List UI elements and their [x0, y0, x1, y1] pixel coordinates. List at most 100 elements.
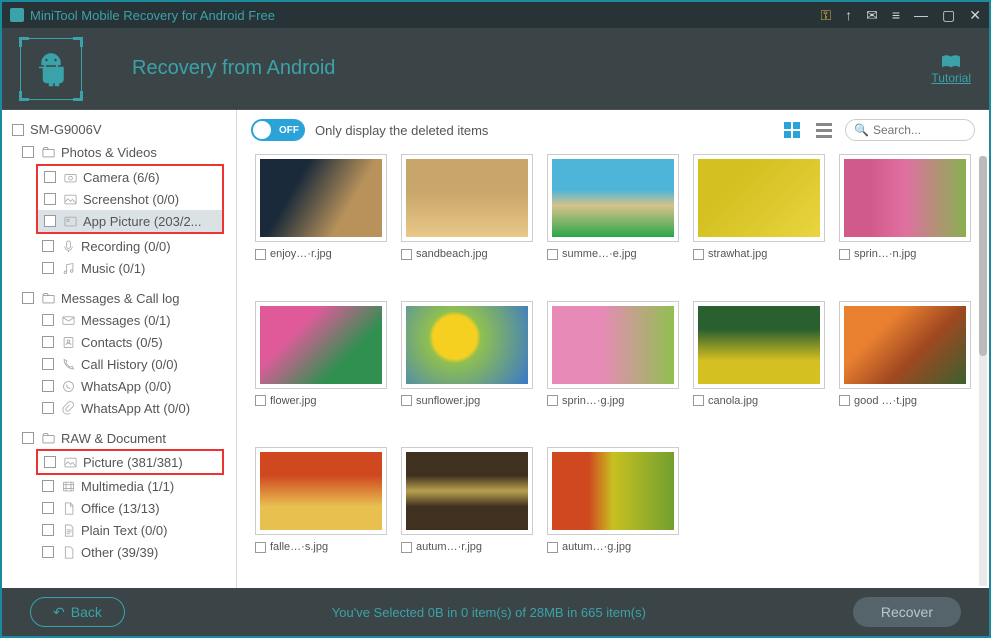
device-label: SM-G9006V [30, 122, 102, 137]
thumbnail-caption: autum…·r.jpg [401, 541, 533, 553]
search-input[interactable] [873, 123, 963, 137]
thumbnail-checkbox[interactable] [693, 249, 704, 260]
selection-status: You've Selected 0B in 0 item(s) of 28MB … [125, 605, 853, 620]
sidebar-item-messages[interactable]: Messages (0/1) [6, 309, 232, 331]
sidebar-item-plaintext[interactable]: Plain Text (0/0) [6, 519, 232, 541]
item-checkbox[interactable] [42, 380, 54, 392]
thumbnail-checkbox[interactable] [401, 542, 412, 553]
thumbnail-card[interactable]: canola.jpg [693, 301, 825, 432]
sidebar-item-multimedia[interactable]: Multimedia (1/1) [6, 475, 232, 497]
sidebar-item-screenshot[interactable]: Screenshot (0/0) [38, 188, 222, 210]
view-grid-button[interactable] [781, 119, 803, 141]
section-raw-document[interactable]: RAW & Document [6, 427, 232, 449]
sidebar-item-call-history[interactable]: Call History (0/0) [6, 353, 232, 375]
item-label: WhatsApp Att (0/0) [81, 401, 190, 416]
folder-icon [40, 290, 56, 306]
device-root[interactable]: SM-G9006V [6, 118, 232, 141]
thumbnail-card[interactable]: summe…·e.jpg [547, 154, 679, 285]
key-icon[interactable]: ⚿ [820, 7, 831, 24]
sidebar-item-whatsapp[interactable]: WhatsApp (0/0) [6, 375, 232, 397]
sidebar-item-other[interactable]: Other (39/39) [6, 541, 232, 563]
thumbnail-card[interactable]: good …·t.jpg [839, 301, 971, 432]
sidebar-item-music[interactable]: Music (0/1) [6, 257, 232, 279]
sidebar-item-camera[interactable]: Camera (6/6) [38, 166, 222, 188]
thumbnail-checkbox[interactable] [401, 395, 412, 406]
thumbnail-card[interactable]: autum…·g.jpg [547, 447, 679, 578]
item-label: Office (13/13) [81, 501, 160, 516]
item-checkbox[interactable] [44, 171, 56, 183]
thumbnail-card[interactable]: sunflower.jpg [401, 301, 533, 432]
section-checkbox[interactable] [22, 146, 34, 158]
section-messages-call[interactable]: Messages & Call log [6, 287, 232, 309]
thumbnail-image [406, 452, 528, 530]
upload-icon[interactable]: ↑ [845, 7, 852, 23]
item-checkbox[interactable] [42, 358, 54, 370]
thumbnail-checkbox[interactable] [547, 395, 558, 406]
thumbnail-checkbox[interactable] [839, 395, 850, 406]
item-checkbox[interactable] [42, 240, 54, 252]
view-list-button[interactable] [813, 119, 835, 141]
item-checkbox[interactable] [42, 524, 54, 536]
only-deleted-toggle[interactable]: OFF [251, 119, 305, 141]
thumbnail-card[interactable]: enjoy…·r.jpg [255, 154, 387, 285]
item-checkbox[interactable] [42, 336, 54, 348]
phone-icon [60, 356, 76, 372]
thumbnail-checkbox[interactable] [255, 542, 266, 553]
sidebar-item-office[interactable]: Office (13/13) [6, 497, 232, 519]
thumbnail-card[interactable]: sprin…·n.jpg [839, 154, 971, 285]
recover-button[interactable]: Recover [853, 597, 961, 627]
sidebar-item-recording[interactable]: Recording (0/0) [6, 235, 232, 257]
sidebar-item-whatsapp-att[interactable]: WhatsApp Att (0/0) [6, 397, 232, 419]
thumbnail-checkbox[interactable] [401, 249, 412, 260]
section-checkbox[interactable] [22, 292, 34, 304]
thumbnail-card[interactable]: flower.jpg [255, 301, 387, 432]
thumbnail-card[interactable]: falle…·s.jpg [255, 447, 387, 578]
menu-icon[interactable]: ≡ [892, 7, 900, 23]
device-checkbox[interactable] [12, 124, 24, 136]
thumbnail-card[interactable]: autum…·r.jpg [401, 447, 533, 578]
scrollbar[interactable] [979, 156, 987, 586]
item-checkbox[interactable] [42, 502, 54, 514]
section-label: RAW & Document [61, 431, 166, 446]
page-title: Recovery from Android [132, 57, 335, 80]
maximize-icon[interactable]: ▢ [942, 7, 955, 24]
minimize-icon[interactable]: — [914, 7, 928, 23]
thumbnail-grid: enjoy…·r.jpgsandbeach.jpgsumme…·e.jpgstr… [237, 150, 989, 588]
thumbnail-card[interactable]: sprin…·g.jpg [547, 301, 679, 432]
tutorial-link[interactable]: Tutorial [931, 53, 971, 85]
thumbnail-checkbox[interactable] [547, 542, 558, 553]
thumbnail-checkbox[interactable] [255, 249, 266, 260]
thumbnail-card[interactable]: strawhat.jpg [693, 154, 825, 285]
thumbnail-checkbox[interactable] [693, 395, 704, 406]
thumbnail-card[interactable]: sandbeach.jpg [401, 154, 533, 285]
item-checkbox[interactable] [42, 546, 54, 558]
item-label: Contacts (0/5) [81, 335, 163, 350]
thumbnail-frame [255, 447, 387, 535]
thumbnail-image [698, 306, 820, 384]
close-icon[interactable]: ✕ [969, 7, 981, 24]
scrollbar-thumb[interactable] [979, 156, 987, 356]
thumbnail-frame [547, 447, 679, 535]
mail-icon[interactable]: ✉ [866, 7, 878, 24]
item-checkbox[interactable] [42, 314, 54, 326]
item-checkbox[interactable] [42, 262, 54, 274]
back-button[interactable]: ↶ Back [30, 597, 125, 627]
item-checkbox[interactable] [42, 480, 54, 492]
search-field[interactable]: 🔍 [845, 119, 975, 141]
item-checkbox[interactable] [44, 193, 56, 205]
sidebar-item-app-picture[interactable]: App Picture (203/2... [38, 210, 222, 232]
thumbnail-checkbox[interactable] [255, 395, 266, 406]
sidebar-item-picture[interactable]: Picture (381/381) [38, 451, 222, 473]
sidebar-item-contacts[interactable]: Contacts (0/5) [6, 331, 232, 353]
file-icon [60, 544, 76, 560]
thumbnail-checkbox[interactable] [839, 249, 850, 260]
thumbnail-checkbox[interactable] [547, 249, 558, 260]
item-label: Camera (6/6) [83, 170, 160, 185]
item-label: Picture (381/381) [83, 455, 183, 470]
item-checkbox[interactable] [44, 456, 56, 468]
section-photos-videos[interactable]: Photos & Videos [6, 141, 232, 163]
section-checkbox[interactable] [22, 432, 34, 444]
item-checkbox[interactable] [42, 402, 54, 414]
item-label: Messages (0/1) [81, 313, 171, 328]
item-checkbox[interactable] [44, 215, 56, 227]
